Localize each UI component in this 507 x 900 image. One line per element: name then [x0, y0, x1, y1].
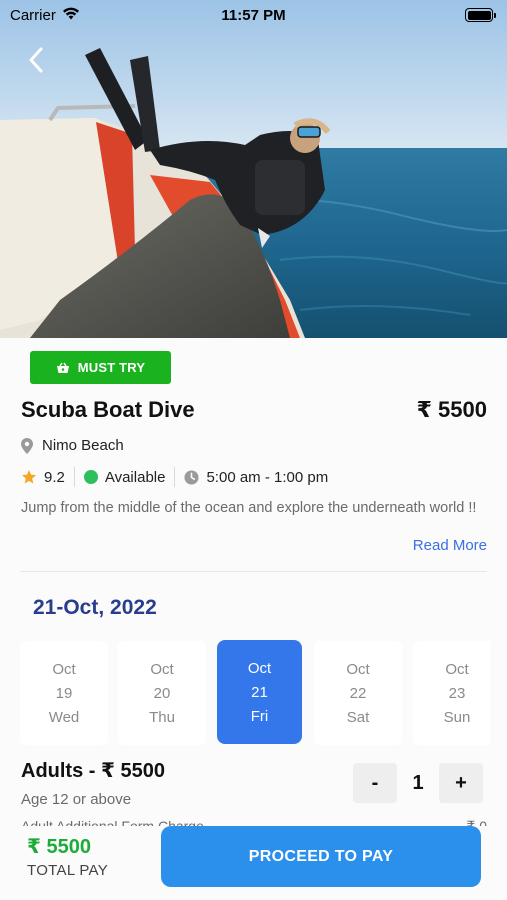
carrier-label: Carrier	[10, 6, 56, 24]
date-day: 19	[55, 684, 73, 702]
date-weekday: Fri	[250, 707, 269, 725]
date-weekday: Sun	[443, 708, 471, 726]
adults-price-label: Adults - ₹ 5500	[21, 760, 165, 782]
checkout-bar: ₹ 5500 TOTAL PAY PROCEED TO PAY	[0, 826, 507, 900]
quantity-value: 1	[412, 771, 424, 794]
wifi-icon	[62, 7, 80, 24]
clock-icon	[184, 469, 199, 485]
proceed-to-pay-button[interactable]: PROCEED TO PAY	[161, 826, 481, 887]
decrement-button[interactable]: -	[353, 763, 397, 803]
divider	[73, 467, 75, 487]
date-weekday: Sat	[346, 708, 370, 726]
date-card[interactable]: Oct 23 Sun	[413, 641, 490, 745]
date-day: 20	[153, 684, 171, 702]
date-card[interactable]: Oct 20 Thu	[118, 641, 206, 745]
date-day: 22	[349, 684, 367, 702]
location-pin-icon	[21, 437, 33, 454]
location-label: Nimo Beach	[42, 437, 124, 454]
must-try-badge: MUST TRY	[30, 351, 171, 384]
date-day: 23	[448, 684, 466, 702]
chevron-left-icon	[29, 47, 43, 73]
back-button[interactable]	[18, 42, 54, 78]
date-card[interactable]: Oct 22 Sat	[314, 641, 402, 745]
status-bar: Carrier 11:57 PM	[0, 0, 507, 30]
selected-date-heading: 21-Oct, 2022	[33, 596, 157, 619]
hours-label: 5:00 am - 1:00 pm	[206, 468, 329, 486]
date-month: Oct	[52, 660, 76, 678]
date-month: Oct	[346, 660, 370, 678]
divider	[174, 467, 176, 487]
hours: 5:00 am - 1:00 pm	[184, 469, 328, 486]
read-more-link[interactable]: Read More	[413, 537, 487, 554]
increment-button[interactable]: +	[439, 763, 483, 803]
date-day: 21	[251, 683, 268, 701]
adults-age-note: Age 12 or above	[21, 791, 132, 808]
scuba-diver-photo	[0, 0, 507, 338]
activity-title: Scuba Boat Dive	[21, 397, 195, 422]
activity-description: Jump from the middle of the ocean and ex…	[21, 500, 477, 516]
date-month: Oct	[247, 659, 272, 677]
total-label: TOTAL PAY	[27, 862, 109, 879]
available-dot-icon	[83, 470, 98, 484]
activity-details: MUST TRY Scuba Boat Dive ₹ 5500 Nimo Bea…	[0, 338, 507, 900]
date-strip: Oct 19 Wed Oct 20 Thu Oct 21 Fri Oct 22 …	[20, 640, 490, 746]
date-weekday: Wed	[48, 708, 80, 726]
date-month: Oct	[150, 660, 174, 678]
rating-value: 9.2	[44, 468, 65, 486]
location-row: Nimo Beach	[21, 437, 124, 454]
hero-image	[0, 0, 507, 338]
basket-icon	[56, 362, 69, 373]
must-try-label: MUST TRY	[77, 360, 146, 375]
section-divider	[20, 571, 487, 572]
availability-label: Available	[104, 468, 166, 486]
battery-icon	[465, 8, 496, 22]
total-amount: ₹ 5500	[27, 836, 91, 858]
quantity-stepper: - 1 +	[353, 763, 483, 803]
status-left: Carrier	[10, 7, 80, 24]
availability: Available	[83, 468, 166, 486]
star-icon	[22, 470, 36, 484]
date-card-selected[interactable]: Oct 21 Fri	[217, 640, 302, 744]
date-card[interactable]: Oct 19 Wed	[20, 641, 108, 745]
rating: 9.2	[21, 469, 65, 486]
activity-price: ₹ 5500	[416, 397, 487, 422]
meta-row: 9.2 Available 5:00 am - 1:00 pm	[21, 467, 328, 487]
date-weekday: Thu	[149, 708, 175, 726]
date-month: Oct	[445, 660, 469, 678]
